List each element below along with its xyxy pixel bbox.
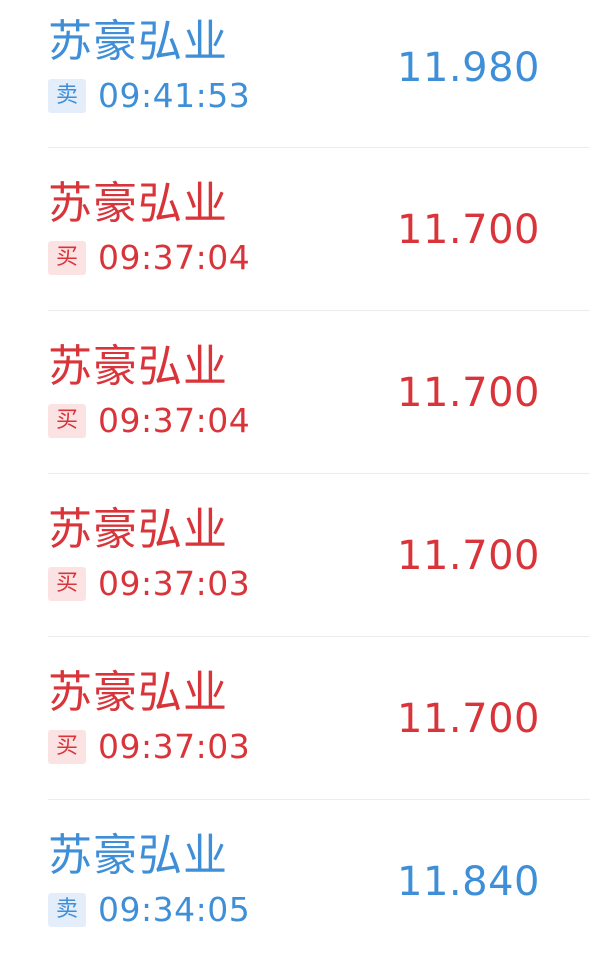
trade-price: 11.700: [397, 207, 540, 253]
trade-row[interactable]: 苏豪弘业 卖 09:34:05 11.840: [48, 800, 590, 963]
side-badge: 卖: [48, 893, 86, 927]
side-badge: 买: [48, 241, 86, 275]
trade-meta: 买 09:37:04: [48, 240, 250, 276]
stock-name: 苏豪弘业: [48, 178, 228, 229]
trade-row[interactable]: 苏豪弘业 买 09:37:04 11.700: [48, 148, 590, 311]
trade-list: 苏豪弘业 卖 09:41:53 11.980 苏豪弘业 买 09:37:04 1…: [0, 0, 590, 955]
trade-price: 11.700: [397, 696, 540, 742]
stock-name: 苏豪弘业: [48, 341, 228, 392]
trade-meta: 卖 09:34:05: [48, 892, 250, 928]
stock-name: 苏豪弘业: [48, 667, 228, 718]
trade-time: 09:37:04: [98, 238, 251, 277]
trade-row[interactable]: 苏豪弘业 卖 09:41:53 11.980: [48, 0, 590, 148]
side-badge: 买: [48, 567, 86, 601]
trade-price: 11.700: [397, 533, 540, 579]
trade-meta: 买 09:37:03: [48, 729, 250, 765]
trade-meta: 买 09:37:03: [48, 566, 250, 602]
trade-price: 11.980: [397, 45, 540, 91]
stock-name: 苏豪弘业: [48, 504, 228, 555]
trade-price: 11.840: [397, 859, 540, 905]
side-badge: 买: [48, 730, 86, 764]
trade-time: 09:37:03: [98, 727, 251, 766]
stock-name: 苏豪弘业: [48, 830, 228, 881]
side-badge: 买: [48, 404, 86, 438]
trade-price: 11.700: [397, 370, 540, 416]
trade-time: 09:34:05: [98, 890, 251, 929]
trade-meta: 卖 09:41:53: [48, 78, 250, 114]
stock-name: 苏豪弘业: [48, 16, 228, 67]
trade-row[interactable]: 苏豪弘业 买 09:37:03 11.700: [48, 637, 590, 800]
trade-meta: 买 09:37:04: [48, 403, 250, 439]
trade-time: 09:41:53: [98, 76, 251, 115]
trade-time: 09:37:03: [98, 564, 251, 603]
side-badge: 卖: [48, 79, 86, 113]
trade-time: 09:37:04: [98, 401, 251, 440]
trade-row[interactable]: 苏豪弘业 买 09:37:04 11.700: [48, 311, 590, 474]
trade-row[interactable]: 苏豪弘业 买 09:37:03 11.700: [48, 474, 590, 637]
